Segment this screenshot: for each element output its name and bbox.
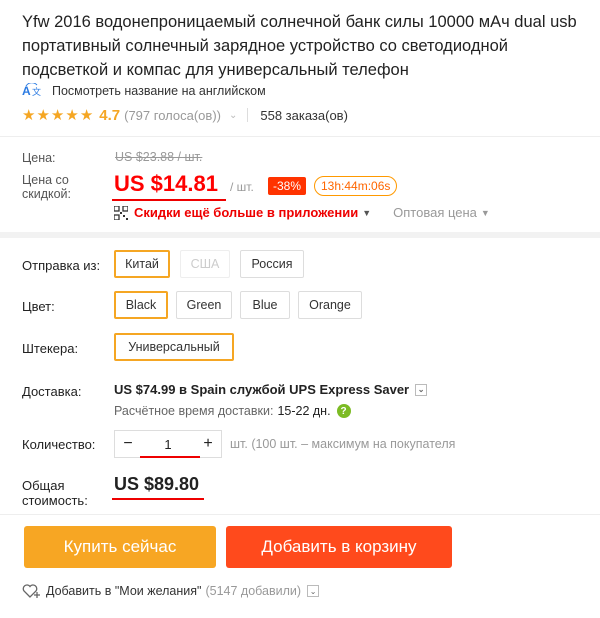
ship-from-option-china[interactable]: Китай <box>114 250 170 278</box>
section-divider <box>0 232 600 238</box>
add-to-cart-button[interactable]: Добавить в корзину <box>226 526 452 568</box>
translate-link[interactable]: A 文 Посмотреть название на английском <box>22 82 266 100</box>
ship-from-label: Отправка из: <box>22 258 101 273</box>
shipping-method-text[interactable]: US $74.99 в Spain службой UPS Express Sa… <box>114 382 409 397</box>
discount-label-line1: Цена со <box>22 173 69 187</box>
old-price: US $23.88 / шт. <box>115 150 203 164</box>
price-block: Цена: US $23.88 / шт. Цена со скидкой: U… <box>0 136 600 232</box>
shipping-estimate: Расчётное время доставки: 15-22 дн. ? <box>114 404 351 418</box>
ship-from-option-russia[interactable]: Россия <box>240 250 304 278</box>
ship-from-option-usa: США <box>180 250 230 278</box>
total-label-line2: стоимость: <box>22 493 88 508</box>
chevron-down-icon[interactable]: ⌄ <box>307 585 320 597</box>
color-option-orange[interactable]: Orange <box>298 291 362 319</box>
translate-icon: A 文 <box>22 83 41 98</box>
color-label: Цвет: <box>22 299 55 314</box>
quantity-input[interactable]: 1 <box>164 437 171 452</box>
annotation-underline <box>112 199 226 201</box>
per-unit: / шт. <box>230 180 254 194</box>
quantity-plus-button[interactable]: + <box>201 435 215 453</box>
star-icon: ★ <box>50 106 65 124</box>
star-icon: ★ <box>79 106 94 124</box>
color-option-blue[interactable]: Blue <box>240 291 290 319</box>
wishlist-count: (5147 добавили) <box>205 584 302 598</box>
quantity-note: шт. (100 шт. – максимум на покупателя <box>230 437 456 451</box>
shipping-estimate-label: Расчётное время доставки: <box>114 404 274 418</box>
rating-stars: ★ ★ ★ ★ ★ <box>22 108 93 123</box>
caret-down-icon[interactable]: ▼ <box>481 208 490 218</box>
discount-badge: -38% <box>268 177 307 195</box>
wishlist-add-link[interactable]: Добавить в "Мои желания" <box>46 584 201 598</box>
total-label: Общая стоимость: <box>22 478 88 508</box>
color-option-black[interactable]: Black <box>114 291 168 319</box>
price-label: Цена: <box>22 151 56 165</box>
divider <box>247 108 249 122</box>
shipping-estimate-days: 15-22 дн. <box>277 404 331 418</box>
rating-score: 4.7 <box>99 106 121 124</box>
plug-option-universal[interactable]: Универсальный <box>114 333 234 361</box>
star-icon: ★ <box>22 106 36 124</box>
qr-code-icon <box>114 205 128 220</box>
buy-now-button[interactable]: Купить сейчас <box>24 526 216 568</box>
chevron-down-icon[interactable]: ⌄ <box>229 110 237 121</box>
quantity-stepper[interactable]: − 1 + <box>114 430 222 458</box>
rating-row: ★ ★ ★ ★ ★ 4.7 (797 голоса(ов)) ⌄ 558 зак… <box>22 104 348 126</box>
star-icon: ★ <box>36 106 50 124</box>
app-discount-link[interactable]: Скидки ещё больше в приложении <box>134 205 358 220</box>
wholesale-price-link[interactable]: Оптовая цена <box>393 205 477 220</box>
app-discount-row[interactable]: Скидки ещё больше в приложении ▼ Оптовая… <box>114 205 490 220</box>
divider <box>0 514 600 515</box>
product-title: Yfw 2016 водонепроницаемый солнечной бан… <box>22 13 577 79</box>
heart-plus-icon <box>22 584 40 598</box>
shipping-method[interactable]: US $74.99 в Spain службой UPS Express Sa… <box>114 382 428 397</box>
color-option-green[interactable]: Green <box>176 291 232 319</box>
discount-label-line2: скидкой: <box>22 187 72 201</box>
annotation-underline <box>140 456 200 458</box>
star-icon: ★ <box>65 106 79 124</box>
rating-votes[interactable]: (797 голоса(ов)) <box>124 108 221 123</box>
discounted-price: US $14.81 <box>114 171 218 196</box>
translate-link-label[interactable]: Посмотреть название на английском <box>52 84 266 98</box>
plug-label: Штекера: <box>22 341 79 356</box>
shipping-label: Доставка: <box>22 384 82 399</box>
chevron-down-icon[interactable]: ⌄ <box>415 383 428 396</box>
help-icon[interactable]: ? <box>336 404 351 418</box>
wishlist-row[interactable]: Добавить в "Мои желания" (5147 добавили)… <box>22 583 320 599</box>
orders-count: 558 заказа(ов) <box>260 107 348 123</box>
total-price: US $89.80 <box>114 474 200 494</box>
caret-down-icon[interactable]: ▼ <box>362 208 371 218</box>
total-label-line1: Общая <box>22 478 65 493</box>
quantity-label: Количество: <box>22 437 96 452</box>
svg-text:文: 文 <box>32 86 41 97</box>
quantity-minus-button[interactable]: − <box>121 435 135 453</box>
annotation-underline <box>112 498 204 500</box>
countdown-timer: 13h:44m:06s <box>314 176 398 196</box>
